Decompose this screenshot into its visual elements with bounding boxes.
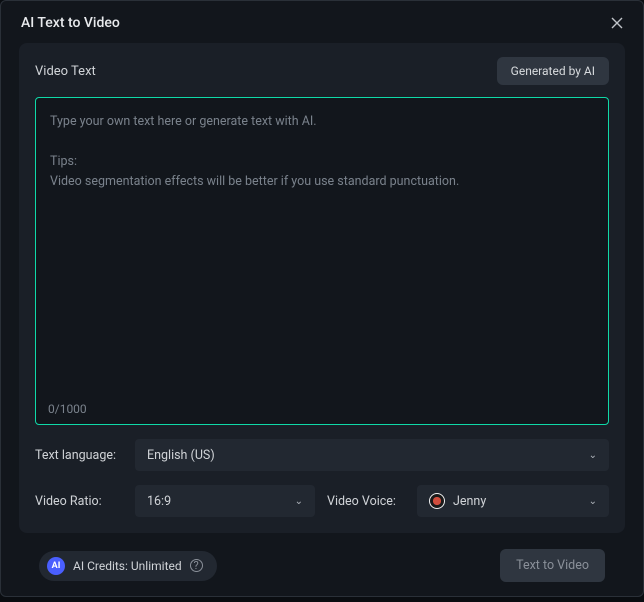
voice-avatar-icon	[429, 493, 445, 509]
textarea-container: 0/1000	[35, 97, 609, 425]
chevron-down-icon: ⌄	[295, 496, 303, 507]
chevron-down-icon: ⌄	[589, 496, 597, 507]
ai-chip-icon: AI	[47, 557, 65, 575]
language-label: Text language:	[35, 448, 123, 463]
titlebar: AI Text to Video	[1, 1, 643, 43]
ratio-voice-row: Video Ratio: 16:9 ⌄ Video Voice: Jenny ⌄	[35, 485, 609, 517]
ratio-label: Video Ratio:	[35, 494, 123, 509]
ratio-select[interactable]: 16:9 ⌄	[135, 485, 315, 517]
voice-value: Jenny	[453, 494, 486, 509]
chevron-down-icon: ⌄	[589, 450, 597, 461]
voice-inner: Jenny	[429, 493, 486, 509]
panel-header: Video Text Generated by AI	[35, 57, 609, 85]
credits-badge: AI AI Credits: Unlimited ?	[39, 551, 217, 581]
language-select[interactable]: English (US) ⌄	[135, 439, 609, 471]
video-text-panel: Video Text Generated by AI 0/1000 Text l…	[19, 43, 625, 533]
generate-ai-button[interactable]: Generated by AI	[497, 57, 609, 85]
language-value: English (US)	[147, 448, 215, 463]
close-icon[interactable]	[607, 13, 627, 33]
text-to-video-button[interactable]: Text to Video	[500, 549, 605, 582]
voice-label: Video Voice:	[327, 494, 405, 509]
ratio-value: 16:9	[147, 494, 171, 509]
footer: AI AI Credits: Unlimited ? Text to Video	[19, 533, 625, 590]
video-text-input[interactable]	[36, 98, 608, 396]
char-counter: 0/1000	[36, 396, 608, 424]
help-icon[interactable]: ?	[190, 559, 203, 572]
voice-select[interactable]: Jenny ⌄	[417, 485, 609, 517]
window: AI Text to Video Video Text Generated by…	[0, 0, 644, 597]
content: Video Text Generated by AI 0/1000 Text l…	[1, 43, 643, 602]
credits-text: AI Credits: Unlimited	[73, 559, 182, 573]
language-row: Text language: English (US) ⌄	[35, 439, 609, 471]
window-title: AI Text to Video	[21, 15, 120, 31]
panel-label: Video Text	[35, 64, 96, 79]
